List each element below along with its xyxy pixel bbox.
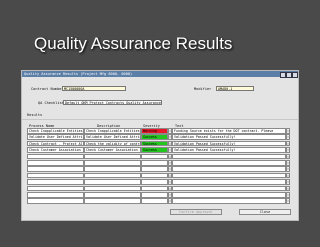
process-name-cell[interactable]: Check Customer Association xyxy=(27,147,84,153)
slide-title: Quality Assurance Results xyxy=(34,34,233,53)
window-title: Quality Assurance Results (Project Mfg 6… xyxy=(24,72,133,76)
severity-cell[interactable] xyxy=(141,198,168,204)
chevron-down-icon[interactable]: ▾ xyxy=(168,128,172,134)
chevron-down-icon[interactable]: ▾ xyxy=(286,198,290,204)
confirm-approval-button[interactable]: Confirm Approval xyxy=(170,209,222,215)
severity-cell[interactable] xyxy=(141,179,168,185)
chevron-down-icon[interactable]: ▾ xyxy=(286,153,290,160)
chevron-down-icon[interactable]: ▾ xyxy=(286,166,290,172)
text-cell[interactable] xyxy=(172,198,286,204)
chevron-down-icon[interactable]: ▾ xyxy=(286,191,290,198)
description-cell[interactable]: Check the validity of contra xyxy=(84,140,141,147)
chevron-down-icon[interactable]: ▾ xyxy=(286,140,290,147)
process-name-cell[interactable] xyxy=(27,172,84,179)
description-cell[interactable] xyxy=(84,153,141,160)
description-cell[interactable] xyxy=(84,191,141,198)
close-button[interactable]: Close xyxy=(239,209,291,215)
chevron-down-icon[interactable]: ▾ xyxy=(286,134,290,140)
process-name-cell[interactable] xyxy=(27,198,84,204)
description-cell[interactable] xyxy=(84,172,141,179)
description-cell[interactable] xyxy=(84,198,141,204)
severity-cell[interactable]: Success xyxy=(141,147,168,153)
chevron-down-icon[interactable]: ▾ xyxy=(168,172,172,179)
chevron-down-icon[interactable]: ▾ xyxy=(168,147,172,153)
qa-checklist-label: QA Checklist xyxy=(38,101,64,105)
text-cell[interactable] xyxy=(172,191,286,198)
process-name-cell[interactable] xyxy=(27,185,84,192)
description-cell[interactable]: Check Inapplicable Entities xyxy=(84,128,141,134)
chevron-down-icon[interactable]: ▾ xyxy=(286,185,290,192)
qa-results-window: Quality Assurance Results (Project Mfg 6… xyxy=(21,70,299,221)
chevron-down-icon[interactable]: ▾ xyxy=(168,140,172,147)
chevron-down-icon[interactable]: ▾ xyxy=(286,147,290,153)
severity-cell[interactable] xyxy=(141,172,168,179)
results-table: Check Inapplicable Entities Check Inappli… xyxy=(27,128,292,205)
description-cell[interactable] xyxy=(84,179,141,185)
process-name-cell[interactable] xyxy=(27,166,84,172)
description-cell[interactable]: Check Customer Association xyxy=(84,147,141,153)
severity-cell[interactable]: Success xyxy=(141,134,168,140)
text-cell[interactable] xyxy=(172,179,286,185)
text-cell[interactable]: Funding Source exists for the DOT contra… xyxy=(172,128,286,134)
severity-cell[interactable] xyxy=(141,191,168,198)
window-titlebar: Quality Assurance Results (Project Mfg 6… xyxy=(22,71,298,78)
qa-checklist-field[interactable]: Default OKM Project Contracts Quality As… xyxy=(63,100,162,105)
chevron-down-icon[interactable]: ▾ xyxy=(168,134,172,140)
process-name-cell[interactable]: Validate User Defined Attri xyxy=(27,134,84,140)
chevron-down-icon[interactable]: ▾ xyxy=(168,153,172,160)
modifier-field[interactable]: AMAD0.1 xyxy=(216,86,254,91)
process-name-cell[interactable] xyxy=(27,153,84,160)
text-cell[interactable]: Validation Passed Successfully! xyxy=(172,140,286,147)
contract-number-label: Contract Number xyxy=(31,87,64,91)
description-cell[interactable] xyxy=(84,166,141,172)
chevron-down-icon[interactable]: ▾ xyxy=(286,159,290,166)
process-name-cell[interactable] xyxy=(27,159,84,166)
severity-cell[interactable]: Success xyxy=(141,140,168,147)
modifier-label: Modifier xyxy=(194,87,212,91)
process-name-cell[interactable]: Check Contract - Project Al xyxy=(27,140,84,147)
process-name-cell[interactable] xyxy=(27,191,84,198)
chevron-down-icon[interactable]: ▾ xyxy=(286,179,290,185)
text-cell[interactable] xyxy=(172,159,286,166)
chevron-down-icon[interactable]: ▾ xyxy=(168,198,172,204)
text-cell[interactable] xyxy=(172,153,286,160)
chevron-down-icon[interactable]: ▾ xyxy=(168,166,172,172)
description-cell[interactable] xyxy=(84,159,141,166)
slide-background: Quality Assurance Results Quality Assura… xyxy=(0,0,320,247)
divider xyxy=(22,119,298,120)
text-cell[interactable] xyxy=(172,172,286,179)
severity-cell[interactable] xyxy=(141,159,168,166)
process-name-cell[interactable]: Check Inapplicable Entities xyxy=(27,128,84,134)
chevron-down-icon[interactable]: ▾ xyxy=(168,191,172,198)
text-cell[interactable]: Validation Passed Successfully! xyxy=(172,134,286,140)
contract-number-field[interactable]: MC1500000A xyxy=(62,86,126,91)
severity-cell[interactable] xyxy=(141,166,168,172)
chevron-down-icon[interactable]: ▾ xyxy=(168,159,172,166)
chevron-down-icon[interactable]: ▾ xyxy=(286,172,290,179)
chevron-down-icon[interactable]: ▾ xyxy=(286,128,290,134)
text-cell[interactable]: Validation Passed Successfully! xyxy=(172,147,286,153)
chevron-down-icon[interactable]: ▾ xyxy=(168,179,172,185)
text-cell[interactable] xyxy=(172,166,286,172)
chevron-down-icon[interactable]: ▾ xyxy=(168,185,172,192)
table-row[interactable]: ▾ ▾ xyxy=(27,198,292,204)
description-cell[interactable]: Validate User Defined Attrib xyxy=(84,134,141,140)
results-section-label: Results xyxy=(27,113,43,117)
close-icon[interactable] xyxy=(292,72,298,78)
severity-cell[interactable]: Warning xyxy=(141,128,168,134)
severity-cell[interactable] xyxy=(141,153,168,160)
description-cell[interactable] xyxy=(84,185,141,192)
process-name-cell[interactable] xyxy=(27,179,84,185)
severity-cell[interactable] xyxy=(141,185,168,192)
text-cell[interactable] xyxy=(172,185,286,192)
